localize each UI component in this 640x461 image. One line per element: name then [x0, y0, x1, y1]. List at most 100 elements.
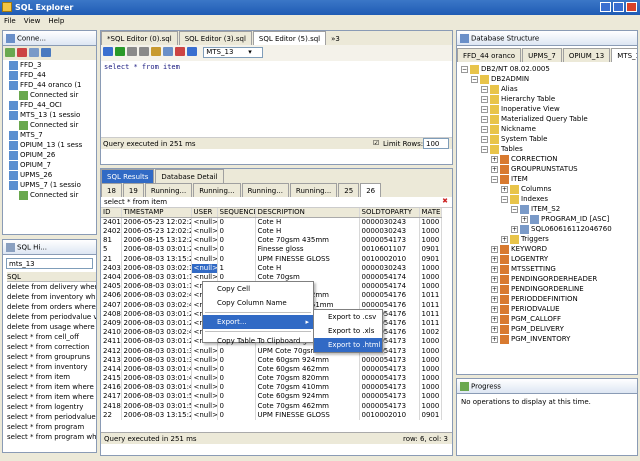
- expand-icon[interactable]: −: [471, 75, 478, 83]
- tree-node[interactable]: + KEYWORD: [457, 244, 637, 254]
- column-header[interactable]: ID: [101, 208, 122, 218]
- expand-icon[interactable]: +: [491, 285, 498, 293]
- expand-icon[interactable]: +: [491, 255, 498, 263]
- limit-rows-input[interactable]: 100: [423, 138, 449, 149]
- table-cell[interactable]: 2406: [101, 291, 122, 301]
- connection-item[interactable]: MTS_7: [7, 130, 96, 140]
- table-cell[interactable]: 0000030243: [359, 227, 420, 237]
- table-cell[interactable]: 0901: [419, 410, 442, 420]
- table-cell[interactable]: <null>: [191, 355, 218, 365]
- table-cell[interactable]: 0: [217, 401, 256, 411]
- connection-item[interactable]: FFD_44_OCI: [7, 100, 96, 110]
- table-cell[interactable]: 2401: [101, 217, 122, 227]
- menu-export-html[interactable]: Export to .html: [314, 338, 382, 352]
- history-item[interactable]: select * from logentry: [7, 402, 96, 412]
- table-cell[interactable]: 1000: [419, 364, 442, 374]
- table-cell[interactable]: 2006-08-03 13:15:22: [121, 254, 192, 264]
- menu-copy-table[interactable]: Copy Table To Clipboard: [203, 334, 313, 348]
- new-editor-icon[interactable]: [187, 47, 197, 56]
- table-cell[interactable]: Cote 60gsm 462mm: [255, 364, 360, 374]
- column-header[interactable]: SEQUENCE: [217, 208, 256, 218]
- table-row[interactable]: 2403 2006-08-03 03:02:16 <null> 1 Cote H 0000…: [101, 263, 442, 273]
- table-cell[interactable]: 2404: [101, 272, 122, 283]
- table-cell[interactable]: 2006-08-03 03:01:28: [121, 337, 192, 347]
- expand-icon[interactable]: +: [521, 215, 528, 223]
- table-cell[interactable]: 2409: [101, 318, 122, 329]
- result-subtab[interactable]: Running...: [289, 183, 338, 197]
- table-cell[interactable]: 2412: [101, 346, 122, 356]
- table-cell[interactable]: 2006-08-03 03:02:47: [121, 328, 192, 338]
- table-cell[interactable]: Cote 70gsm 410mm: [255, 383, 360, 393]
- stop-icon[interactable]: [175, 47, 185, 56]
- structure-tab[interactable]: Database Structure: [457, 31, 637, 46]
- table-cell[interactable]: Cote 70gsm 820mm: [255, 374, 360, 384]
- table-cell[interactable]: 0000030243: [359, 263, 420, 273]
- menu-export-csv[interactable]: Export to .csv: [314, 310, 382, 324]
- expand-icon[interactable]: +: [491, 265, 498, 273]
- table-cell[interactable]: 2416: [101, 383, 122, 393]
- table-cell[interactable]: 1000: [419, 282, 442, 292]
- table-cell[interactable]: 1000: [419, 217, 442, 227]
- expand-icon[interactable]: +: [491, 325, 498, 333]
- connections-tab[interactable]: Conne...: [3, 31, 96, 46]
- table-row[interactable]: 2414 2006-08-03 03:01:41 <null> 0 Cote 60gsm…: [101, 364, 442, 374]
- history-item[interactable]: select * from inventory: [7, 362, 96, 372]
- history-item[interactable]: SQL: [7, 272, 96, 282]
- table-cell[interactable]: 0: [217, 364, 256, 374]
- history-tab[interactable]: SQL Hi...: [3, 240, 96, 255]
- expand-icon[interactable]: −: [481, 85, 488, 93]
- tree-node[interactable]: − System Table: [457, 134, 637, 144]
- table-cell[interactable]: 22: [101, 410, 122, 420]
- table-cell[interactable]: 2006-08-15 13:12:24: [121, 236, 192, 246]
- tab-editor-0[interactable]: *SQL Editor (0).sql: [101, 31, 178, 45]
- tree-node[interactable]: + Triggers: [457, 234, 637, 244]
- tree-node[interactable]: + PGM_INVENTORY: [457, 334, 637, 344]
- table-cell[interactable]: 1000: [419, 346, 442, 356]
- table-cell[interactable]: 2402: [101, 227, 122, 237]
- table-cell[interactable]: <null>: [191, 217, 218, 227]
- table-cell[interactable]: 1000: [419, 272, 442, 283]
- table-cell[interactable]: 0: [217, 254, 256, 264]
- table-cell[interactable]: 1000: [419, 392, 442, 402]
- tree-node[interactable]: − ITEM_S2: [457, 204, 637, 214]
- tree-node[interactable]: + CORRECTION: [457, 154, 637, 164]
- expand-icon[interactable]: +: [501, 185, 508, 193]
- tree-node[interactable]: − DB2/NT 08.02.0005: [457, 64, 637, 74]
- expand-icon[interactable]: +: [501, 235, 508, 243]
- tree-node[interactable]: + PROGRAM_ID [ASC]: [457, 214, 637, 224]
- history-item[interactable]: select * from item: [7, 372, 96, 382]
- connection-item[interactable]: UPMS_7 (1 sessio: [7, 180, 96, 190]
- tree-node[interactable]: − ITEM: [457, 174, 637, 184]
- tree-node[interactable]: + PGM_CALLOFF: [457, 314, 637, 324]
- history-filter-input[interactable]: mts_13: [6, 258, 93, 269]
- expand-icon[interactable]: −: [501, 195, 508, 203]
- menu-copy-cell[interactable]: Copy Cell: [203, 282, 313, 296]
- tree-node[interactable]: + SQL060616112046760: [457, 224, 637, 234]
- run-icon[interactable]: [103, 47, 113, 56]
- table-cell[interactable]: 1000: [419, 236, 442, 246]
- tree-node[interactable]: + MTSSETTING: [457, 264, 637, 274]
- structure-subtab[interactable]: OPIUM_13: [562, 48, 611, 62]
- table-cell[interactable]: <null>: [191, 364, 218, 374]
- table-cell[interactable]: <null>: [191, 254, 218, 264]
- table-cell[interactable]: 0: [217, 410, 256, 420]
- table-cell[interactable]: 1000: [419, 263, 442, 273]
- table-cell[interactable]: Cote 70gsm 462mm: [255, 401, 360, 411]
- tab-sql-results[interactable]: SQL Results: [101, 169, 155, 183]
- table-cell[interactable]: 1011: [419, 309, 442, 319]
- result-subtab[interactable]: 19: [122, 183, 144, 197]
- history-item[interactable]: delete from orders where: [7, 302, 96, 312]
- table-cell[interactable]: 2006-08-03 03:01:41: [121, 364, 192, 374]
- tab-database-detail[interactable]: Database Detail: [155, 169, 224, 183]
- table-cell[interactable]: 0: [217, 245, 256, 255]
- expand-icon[interactable]: −: [481, 145, 488, 153]
- table-cell[interactable]: 2006-08-03 03:01:52: [121, 392, 192, 402]
- table-cell[interactable]: 2006-08-03 03:01:46: [121, 374, 192, 384]
- structure-subtab[interactable]: FFD_44 oranco: [457, 48, 522, 62]
- connection-item[interactable]: Connected sir: [7, 90, 96, 100]
- column-header[interactable]: DESCRIPTION: [255, 208, 360, 218]
- history-item[interactable]: select * from program wh: [7, 432, 96, 442]
- disconnect-icon[interactable]: [17, 48, 27, 57]
- table-cell[interactable]: 0000054173: [359, 374, 420, 384]
- table-cell[interactable]: 0010601107: [359, 245, 420, 255]
